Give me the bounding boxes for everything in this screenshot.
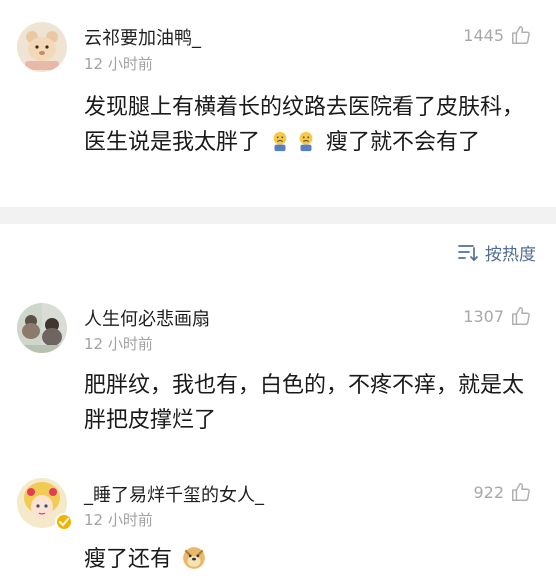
sort-by-hot-button[interactable]: 按热度 bbox=[457, 240, 536, 265]
comment-item-2: 人生何必悲画扇 12 小时前 1307 肥胖纹，我也有，白色的，不疼不痒，就是太… bbox=[0, 285, 556, 445]
like-count: 1445 bbox=[463, 25, 504, 45]
username[interactable]: 云祁要加油鸭_ bbox=[84, 24, 201, 50]
sort-icon bbox=[458, 244, 478, 261]
comment-text: 肥胖纹，我也有，白色的，不疼不痒，就是太胖把皮撑烂了 bbox=[84, 373, 525, 433]
like-button[interactable]: 1307 bbox=[463, 305, 532, 327]
username[interactable]: 人生何必悲画扇 bbox=[84, 305, 210, 331]
like-button[interactable]: 1445 bbox=[463, 24, 532, 46]
check-icon bbox=[59, 518, 69, 527]
sad-face-emoji-icon bbox=[273, 131, 287, 152]
section-divider bbox=[0, 207, 556, 224]
username[interactable]: _睡了易烊千玺的女人_ bbox=[84, 481, 264, 507]
comment-time: 12 小时前 bbox=[84, 55, 153, 73]
doge-emoji-icon bbox=[183, 547, 205, 569]
bear-avatar-icon bbox=[17, 22, 67, 72]
comment-time: 12 小时前 bbox=[84, 511, 153, 529]
sort-label: 按热度 bbox=[485, 245, 536, 265]
like-count: 1307 bbox=[463, 306, 504, 326]
comment-time: 12 小时前 bbox=[84, 335, 153, 353]
like-count: 922 bbox=[473, 482, 504, 502]
thumb-up-icon bbox=[512, 483, 530, 501]
thumb-up-icon bbox=[512, 307, 530, 325]
photo-avatar-icon bbox=[17, 303, 67, 353]
comment-item-3: _睡了易烊千玺的女人_ 12 小时前 922 瘦了还有 bbox=[0, 462, 556, 586]
user-avatar[interactable] bbox=[17, 22, 67, 72]
comment-text: 瘦了还有 bbox=[84, 542, 534, 577]
comment-text: 发现腿上有横着长的纹路去医院看了皮肤科，医生说是我太胖了 瘦了就不会有了 bbox=[84, 95, 525, 155]
sad-face-emoji-icon bbox=[299, 131, 313, 152]
thumb-up-icon bbox=[512, 26, 530, 44]
comment-item-1: 云祁要加油鸭_ 12 小时前 1445 发现腿上有横着长的纹路去医院看了皮肤科，… bbox=[0, 0, 556, 207]
user-avatar[interactable] bbox=[17, 303, 67, 353]
verified-badge bbox=[55, 513, 73, 531]
like-button[interactable]: 922 bbox=[473, 481, 532, 503]
